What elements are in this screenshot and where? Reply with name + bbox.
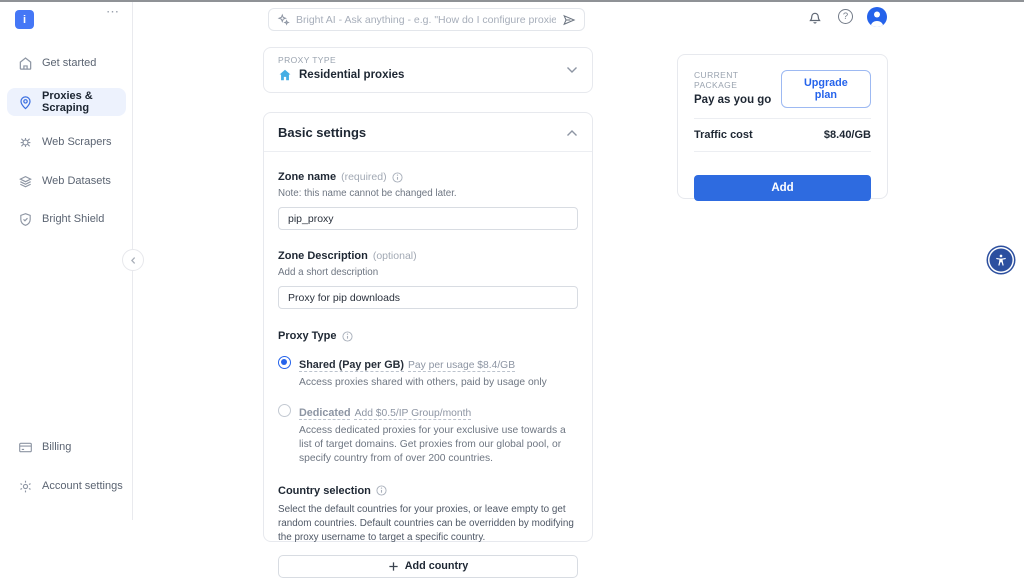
country-selection-description: Select the default countries for your pr… <box>278 503 578 546</box>
info-icon[interactable] <box>376 485 387 496</box>
sidebar-item-label: Account settings <box>42 480 123 492</box>
proxy-type-section-label: Proxy Type <box>278 330 337 342</box>
location-pin-icon <box>18 95 33 110</box>
add-zone-button[interactable]: Add <box>694 175 871 201</box>
person-icon <box>867 7 887 27</box>
accessibility-widget-button[interactable] <box>988 247 1014 273</box>
sidebar-item-label: Billing <box>42 441 71 453</box>
radio-unselected[interactable] <box>278 404 291 417</box>
sidebar-item-billing[interactable]: Billing <box>7 433 126 461</box>
sidebar-item-label: Bright Shield <box>42 213 104 225</box>
sidebar: i ⋯ Get started Proxies & Scraping Web S… <box>0 0 133 520</box>
sidebar-item-account-settings[interactable]: Account settings <box>7 472 126 500</box>
radio-selected[interactable] <box>278 356 291 369</box>
zone-name-label: Zone name <box>278 171 336 183</box>
dedicated-option-description: Access dedicated proxies for your exclus… <box>299 424 578 466</box>
upgrade-plan-button[interactable]: Upgrade plan <box>781 70 871 108</box>
current-plan-name: Pay as you go <box>694 94 781 106</box>
country-selection-label: Country selection <box>278 485 371 497</box>
info-icon[interactable] <box>342 331 353 342</box>
zone-description-input[interactable] <box>278 286 578 309</box>
info-icon[interactable] <box>392 172 403 183</box>
current-package-label: CURRENT PACKAGE <box>694 70 781 90</box>
sidebar-item-web-datasets[interactable]: Web Datasets <box>7 167 126 195</box>
brand-logo[interactable]: i <box>15 10 34 29</box>
zone-description-optional-hint: (optional) <box>373 250 417 262</box>
zone-name-required-hint: (required) <box>341 171 387 183</box>
sidebar-menu-dots[interactable]: ⋯ <box>106 4 120 20</box>
basic-settings-card: Basic settings Zone name (required) Note… <box>263 112 593 542</box>
sidebar-item-proxies-scraping[interactable]: Proxies & Scraping <box>7 88 126 116</box>
sidebar-item-get-started[interactable]: Get started <box>7 49 126 77</box>
ai-sparkle-icon <box>277 13 290 26</box>
ai-search-bar[interactable] <box>268 8 585 31</box>
sidebar-item-label: Get started <box>42 57 96 69</box>
chevron-down-icon[interactable] <box>566 66 578 74</box>
notifications-bell-icon[interactable] <box>807 9 824 26</box>
add-country-button[interactable]: Add country <box>278 555 578 578</box>
zone-description-label: Zone Description <box>278 250 368 262</box>
home-icon <box>18 56 33 71</box>
accessibility-person-icon <box>994 253 1008 267</box>
help-icon[interactable]: ? <box>838 9 853 24</box>
chevron-left-icon <box>129 256 138 265</box>
sidebar-item-label: Proxies & Scraping <box>42 90 126 114</box>
gear-icon <box>18 479 33 494</box>
traffic-cost-value: $8.40/GB <box>824 129 871 141</box>
proxy-type-option-dedicated[interactable]: Dedicated Add $0.5/IP Group/month Access … <box>278 403 578 466</box>
divider <box>694 118 871 119</box>
section-title: Basic settings <box>278 125 366 140</box>
sidebar-item-bright-shield[interactable]: Bright Shield <box>7 205 126 233</box>
residential-house-icon <box>278 68 292 82</box>
proxy-type-label: PROXY TYPE <box>278 55 578 65</box>
plus-icon <box>388 561 399 572</box>
zone-name-input[interactable] <box>278 207 578 230</box>
dedicated-option-label[interactable]: Dedicated <box>299 407 351 419</box>
add-country-label: Add country <box>405 560 469 572</box>
shield-check-icon <box>18 212 33 227</box>
shared-option-description: Access proxies shared with others, paid … <box>299 376 547 390</box>
shared-option-price: Pay per usage $8.4/GB <box>408 360 515 371</box>
chevron-up-icon[interactable] <box>566 129 578 137</box>
divider <box>694 151 871 152</box>
zone-description-note: Add a short description <box>278 267 578 278</box>
dedicated-option-price: Add $0.5/IP Group/month <box>355 408 472 419</box>
sidebar-item-web-scrapers[interactable]: Web Scrapers <box>7 128 126 156</box>
basic-settings-header[interactable]: Basic settings <box>264 113 592 152</box>
proxy-type-value: Residential proxies <box>299 69 404 81</box>
sidebar-collapse-button[interactable] <box>122 249 144 271</box>
proxy-type-option-shared[interactable]: Shared (Pay per GB) Pay per usage $8.4/GB… <box>278 355 578 390</box>
zone-name-note: Note: this name cannot be changed later. <box>278 188 578 199</box>
help-glyph: ? <box>843 11 848 22</box>
shared-option-label[interactable]: Shared (Pay per GB) <box>299 359 404 371</box>
sidebar-item-label: Web Datasets <box>42 175 111 187</box>
sidebar-item-label: Web Scrapers <box>42 136 112 148</box>
current-package-card: CURRENT PACKAGE Pay as you go Upgrade pl… <box>677 54 888 199</box>
search-input[interactable] <box>296 14 556 26</box>
credit-card-icon <box>18 440 33 455</box>
browser-top-edge <box>0 0 1024 2</box>
layers-icon <box>18 174 33 189</box>
spider-icon <box>18 135 33 150</box>
traffic-cost-label: Traffic cost <box>694 129 753 141</box>
user-avatar[interactable] <box>867 7 887 27</box>
send-icon[interactable] <box>562 13 576 27</box>
proxy-type-selector-card[interactable]: PROXY TYPE Residential proxies <box>263 47 593 93</box>
